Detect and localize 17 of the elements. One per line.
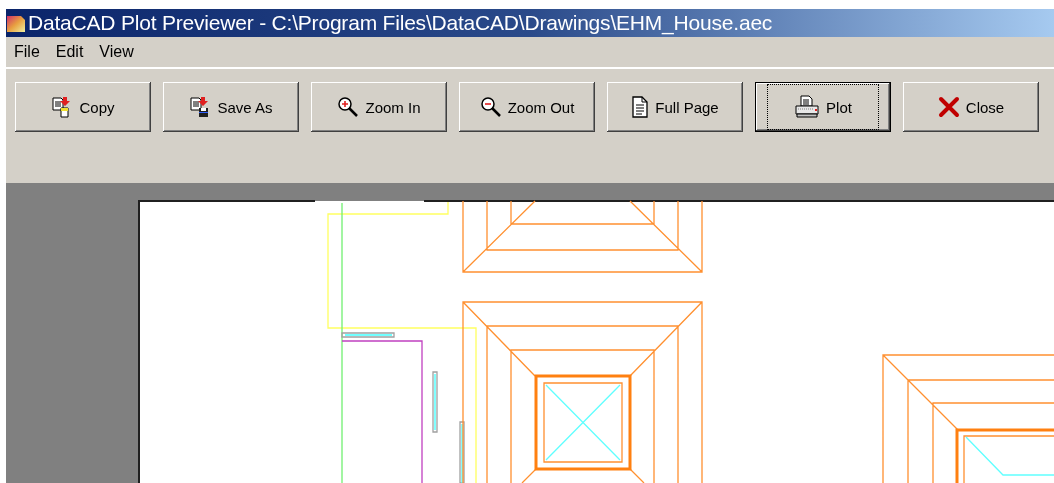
zoom-out-icon: [479, 96, 502, 118]
page-icon: [631, 96, 650, 118]
menu-item[interactable]: File: [14, 43, 40, 61]
toolbar-button[interactable]: Zoom In: [311, 82, 447, 132]
toolbar-button[interactable]: Plot: [755, 82, 891, 132]
close-icon: [937, 96, 960, 118]
toolbar-button[interactable]: Zoom Out: [459, 82, 595, 132]
toolbar-button[interactable]: Save As: [163, 82, 299, 132]
toolbar-button[interactable]: Close: [903, 82, 1039, 132]
window-title: DataCAD Plot Previewer - C:\Program Files\DataCAD\Drawings\EHM_House.aec: [28, 11, 773, 35]
zoom-in-icon: [337, 96, 360, 118]
app-icon: [6, 13, 26, 33]
menu-item[interactable]: Edit: [55, 43, 84, 61]
printer-icon: [794, 95, 821, 119]
toolbar-button[interactable]: Copy: [15, 82, 151, 132]
menu-item[interactable]: View: [99, 43, 134, 61]
toolbar-button[interactable]: Full Page: [607, 82, 743, 132]
